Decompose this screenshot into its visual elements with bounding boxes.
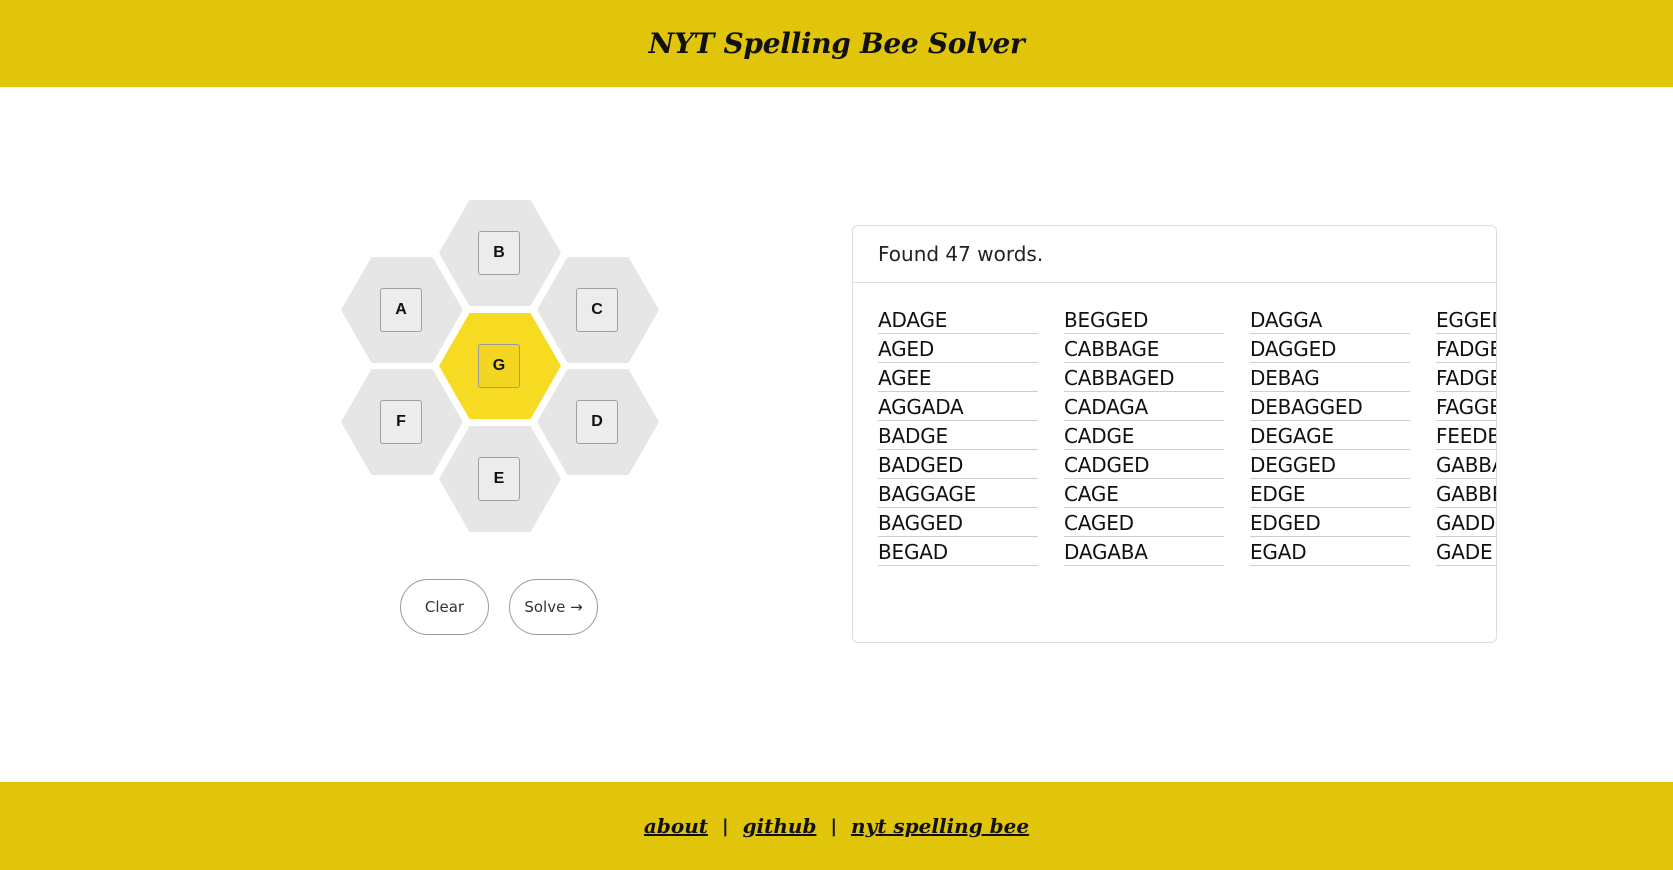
word-item: CADGE xyxy=(1064,422,1224,450)
word-item: AGGADA xyxy=(878,393,1038,421)
word-item: BAGGED xyxy=(878,509,1038,537)
footer-separator: | xyxy=(830,815,838,837)
word-item: DEBAG xyxy=(1250,364,1410,392)
word-item: CADGED xyxy=(1064,451,1224,479)
footer-separator: | xyxy=(721,815,729,837)
word-item: FAGGE xyxy=(1436,393,1496,421)
clear-button[interactable]: Clear xyxy=(400,579,489,635)
word-item: EGAD xyxy=(1250,538,1410,566)
word-item: AGEE xyxy=(878,364,1038,392)
about-link[interactable]: about xyxy=(644,814,708,838)
word-item: GADDI xyxy=(1436,509,1496,537)
word-item: EGGED xyxy=(1436,306,1496,334)
word-item: DAGGA xyxy=(1250,306,1410,334)
word-item: CADAGA xyxy=(1064,393,1224,421)
word-column: EGGED FADGE FADGE FAGGE FEEDBA GABBA GAB… xyxy=(1436,306,1496,567)
word-item: BADGE xyxy=(878,422,1038,450)
letter-input-upper-left[interactable]: A xyxy=(380,288,422,332)
word-item: DEGAGE xyxy=(1250,422,1410,450)
word-item: DEGGED xyxy=(1250,451,1410,479)
word-item: ADAGE xyxy=(878,306,1038,334)
nyt-spelling-bee-link[interactable]: nyt spelling bee xyxy=(851,814,1029,838)
header-bar: NYT Spelling Bee Solver xyxy=(0,0,1673,87)
word-item: FADGE xyxy=(1436,364,1496,392)
word-item: EDGE xyxy=(1250,480,1410,508)
word-item: DAGABA xyxy=(1064,538,1224,566)
word-list: ADAGE AGED AGEE AGGADA BADGE BADGED BAGG… xyxy=(878,306,1496,606)
footer-bar: about | github | nyt spelling bee xyxy=(0,782,1673,870)
results-summary: Found 47 words. xyxy=(853,226,1496,283)
results-panel: Found 47 words. ADAGE AGED AGEE AGGADA B… xyxy=(852,225,1497,643)
word-column: BEGGED CABBAGE CABBAGED CADAGA CADGE CAD… xyxy=(1064,306,1224,567)
word-column: ADAGE AGED AGEE AGGADA BADGE BADGED BAGG… xyxy=(878,306,1038,567)
letter-input-lower-right[interactable]: D xyxy=(576,400,618,444)
word-item: BADGED xyxy=(878,451,1038,479)
word-item: DEBAGGED xyxy=(1250,393,1410,421)
solve-button[interactable]: Solve → xyxy=(509,579,598,635)
word-item: GABBE xyxy=(1436,480,1496,508)
letter-input-bottom[interactable]: E xyxy=(478,457,520,501)
letter-input-center[interactable]: G xyxy=(478,344,520,388)
word-item: CAGED xyxy=(1064,509,1224,537)
word-item: FADGE xyxy=(1436,335,1496,363)
word-item: CAGE xyxy=(1064,480,1224,508)
word-column: DAGGA DAGGED DEBAG DEBAGGED DEGAGE DEGGE… xyxy=(1250,306,1410,567)
word-item: CABBAGE xyxy=(1064,335,1224,363)
word-item: CABBAGED xyxy=(1064,364,1224,392)
page-title: NYT Spelling Bee Solver xyxy=(648,27,1025,60)
word-item: EDGED xyxy=(1250,509,1410,537)
word-item: DAGGED xyxy=(1250,335,1410,363)
word-item: AGED xyxy=(878,335,1038,363)
word-item: BAGGAGE xyxy=(878,480,1038,508)
word-item: GADE xyxy=(1436,538,1496,566)
letter-input-upper-right[interactable]: C xyxy=(576,288,618,332)
letter-input-lower-left[interactable]: F xyxy=(380,400,422,444)
github-link[interactable]: github xyxy=(743,814,817,838)
word-item: BEGGED xyxy=(1064,306,1224,334)
word-item: BEGAD xyxy=(878,538,1038,566)
word-item: FEEDBA xyxy=(1436,422,1496,450)
word-item: GABBA xyxy=(1436,451,1496,479)
letter-input-top[interactable]: B xyxy=(478,231,520,275)
